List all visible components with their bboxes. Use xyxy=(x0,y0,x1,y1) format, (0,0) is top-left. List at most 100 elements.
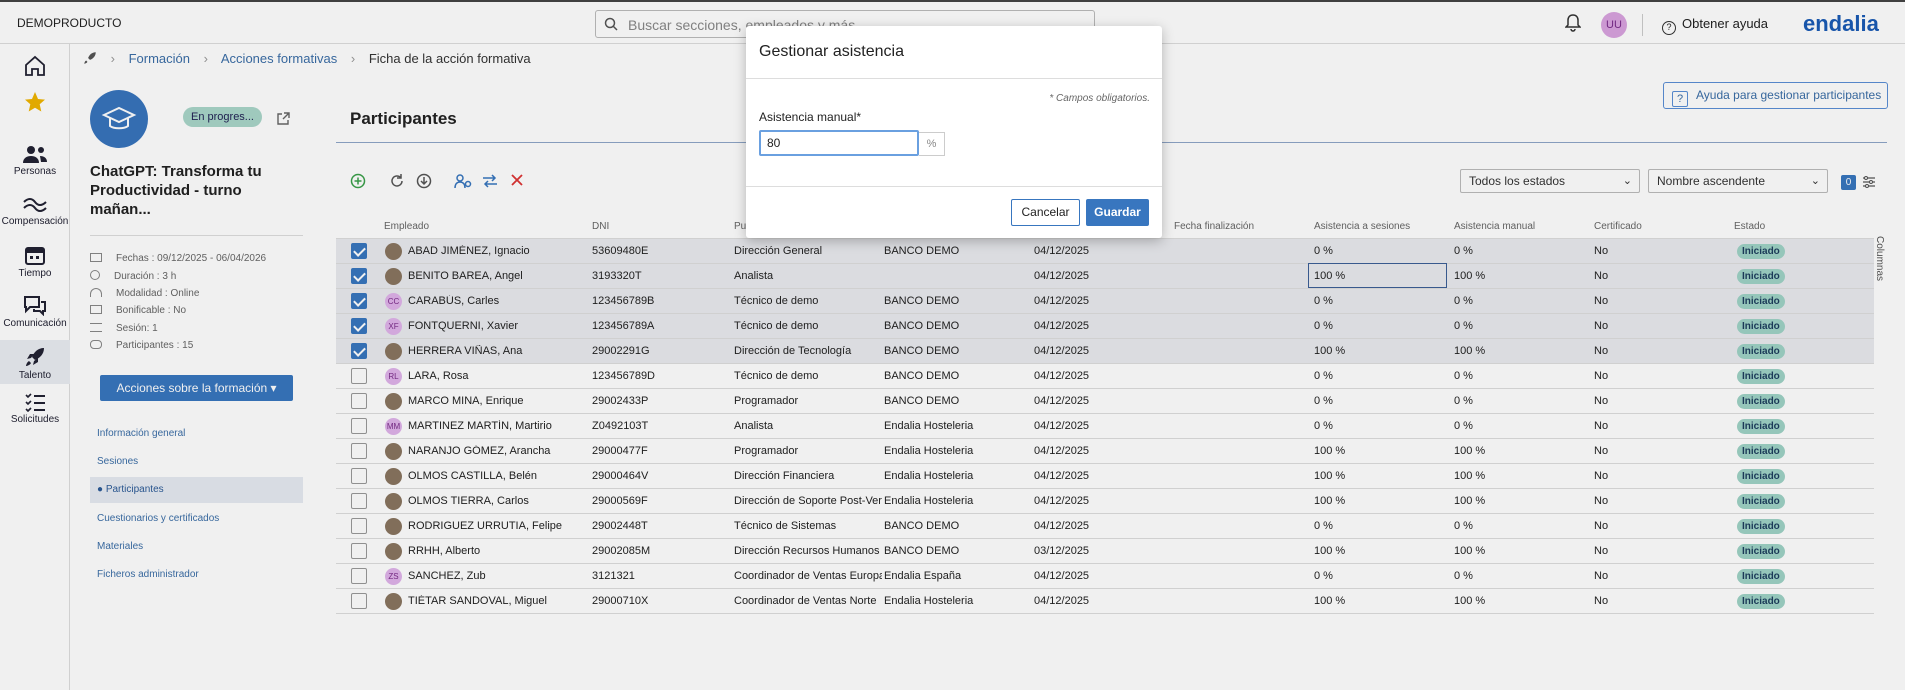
side-link-cuestionarios[interactable]: Cuestionarios y certificados xyxy=(90,506,303,532)
employee-name[interactable]: OLMOS CASTILLA, Belén xyxy=(408,470,588,482)
help-participants-button[interactable]: ? Ayuda para gestionar participantes xyxy=(1663,82,1888,109)
nav-tiempo[interactable]: Tiempo xyxy=(0,244,70,279)
table-row[interactable]: OLMOS TIERRA, Carlos 29000569F Dirección d… xyxy=(336,489,1874,514)
nav-home[interactable] xyxy=(0,54,70,80)
col-empleado[interactable]: Empleado xyxy=(384,221,429,232)
side-link-sesiones[interactable]: Sesiones xyxy=(90,449,303,475)
row-checkbox[interactable] xyxy=(351,243,367,259)
help-link[interactable]: ? Obtener ayuda xyxy=(1662,16,1768,35)
manual-attendance-input[interactable] xyxy=(759,130,919,156)
date-cell: 04/12/2025 xyxy=(1034,270,1090,282)
table-row[interactable]: NARANJO GÓMEZ, Arancha 29000477F Programad… xyxy=(336,439,1874,464)
date-cell: 04/12/2025 xyxy=(1034,470,1090,482)
col-dni[interactable]: DNI xyxy=(592,221,609,232)
table-row[interactable]: RODRIGUEZ URRUTIA, Felipe 29002448T Técnic… xyxy=(336,514,1874,539)
nav-favorites[interactable] xyxy=(0,90,70,116)
delete-icon[interactable] xyxy=(510,173,524,187)
nav-personas[interactable]: Personas xyxy=(0,144,70,177)
row-checkbox[interactable] xyxy=(351,393,367,409)
row-checkbox[interactable] xyxy=(351,593,367,609)
user-avatar[interactable]: UU xyxy=(1601,12,1627,38)
side-link-informacion[interactable]: Información general xyxy=(90,421,303,447)
col-estado[interactable]: Estado xyxy=(1734,221,1765,232)
row-checkbox[interactable] xyxy=(351,518,367,534)
position-cell: Coordinador de Ventas Norte xyxy=(734,595,877,607)
col-certificado[interactable]: Certificado xyxy=(1594,221,1642,232)
position-cell: Programador xyxy=(734,445,799,457)
table-row[interactable]: CC CARABÚS, Carles 123456789B Técnico de de… xyxy=(336,289,1874,314)
employee-name[interactable]: BENITO BAREA, Angel xyxy=(408,270,588,282)
session-attendance-cell: 0 % xyxy=(1314,370,1333,382)
row-checkbox[interactable] xyxy=(351,568,367,584)
columns-side-tab[interactable]: Columnas xyxy=(1871,236,1885,281)
employee-name[interactable]: RRHH, Alberto xyxy=(408,545,588,557)
table-row[interactable]: MARCO MINA, Enrique 29002433P Programador B… xyxy=(336,389,1874,414)
save-button[interactable]: Guardar xyxy=(1086,199,1149,226)
cancel-button[interactable]: Cancelar xyxy=(1011,199,1080,226)
employee-name[interactable]: TIÉTAR SANDOVAL, Miguel xyxy=(408,595,588,607)
position-cell: Dirección de Tecnología xyxy=(734,345,852,357)
table-row[interactable]: OLMOS CASTILLA, Belén 29000464V Dirección … xyxy=(336,464,1874,489)
row-checkbox[interactable] xyxy=(351,343,367,359)
table-row[interactable]: TIÉTAR SANDOVAL, Miguel 29000710X Coordina… xyxy=(336,589,1874,614)
table-row[interactable]: HERRERA VIÑAS, Ana 29002291G Dirección de … xyxy=(336,339,1874,364)
bell-icon[interactable] xyxy=(1565,14,1581,32)
employee-name[interactable]: OLMOS TIERRA, Carlos xyxy=(408,495,588,507)
table-row[interactable]: RL LARA, Rosa 123456789D Técnico de demo BAN… xyxy=(336,364,1874,389)
download-icon[interactable] xyxy=(416,173,432,189)
employee-name[interactable]: CARABÚS, Carles xyxy=(408,295,588,307)
nav-comunicacion[interactable]: Comunicación xyxy=(0,294,70,329)
row-checkbox[interactable] xyxy=(351,368,367,384)
col-asistencia-manual[interactable]: Asistencia manual xyxy=(1454,221,1535,232)
nav-talento[interactable]: Talento xyxy=(0,340,70,384)
row-checkbox[interactable] xyxy=(351,493,367,509)
endalia-logo[interactable]: endalia xyxy=(1803,11,1879,37)
avatar xyxy=(385,268,402,285)
row-checkbox[interactable] xyxy=(351,318,367,334)
col-asistencia-sesiones[interactable]: Asistencia a sesiones xyxy=(1314,221,1410,232)
col-puesto[interactable]: Pu xyxy=(734,221,746,232)
help-label: Obtener ayuda xyxy=(1682,16,1769,31)
nav-compensacion[interactable]: Compensación xyxy=(0,194,70,227)
row-checkbox[interactable] xyxy=(351,543,367,559)
employee-name[interactable]: MARCO MINA, Enrique xyxy=(408,395,588,407)
employee-name[interactable]: FONTQUERNI, Xavier xyxy=(408,320,588,332)
user-settings-icon[interactable] xyxy=(454,173,472,189)
employee-name[interactable]: RODRIGUEZ URRUTIA, Felipe xyxy=(408,520,588,532)
breadcrumb-formacion[interactable]: Formación xyxy=(129,51,190,66)
table-row[interactable]: XF FONTQUERNI, Xavier 123456789A Técnico de… xyxy=(336,314,1874,339)
employee-name[interactable]: HERRERA VIÑAS, Ana xyxy=(408,345,588,357)
row-checkbox[interactable] xyxy=(351,418,367,434)
brand-label[interactable]: DEMOPRODUCTO xyxy=(17,16,121,30)
row-checkbox[interactable] xyxy=(351,468,367,484)
row-checkbox[interactable] xyxy=(351,268,367,284)
course-actions-button[interactable]: Acciones sobre la formación ▾ xyxy=(100,375,293,401)
filter-settings-icon[interactable] xyxy=(1862,175,1876,189)
employee-name[interactable]: LARA, Rosa xyxy=(408,370,588,382)
table-row[interactable]: ZS SANCHEZ, Zub 3121321 Coordinador de Vent… xyxy=(336,564,1874,589)
side-link-participantes[interactable]: ● Participantes xyxy=(90,477,303,503)
employee-name[interactable]: ABAD JIMÉNEZ, Ignacio xyxy=(408,245,588,257)
row-checkbox[interactable] xyxy=(351,443,367,459)
employee-name[interactable]: SANCHEZ, Zub xyxy=(408,570,588,582)
breadcrumb-acciones[interactable]: Acciones formativas xyxy=(221,51,337,66)
side-link-ficheros[interactable]: Ficheros administrador xyxy=(90,562,303,588)
avatar: XF xyxy=(385,318,402,335)
col-fecha-fin[interactable]: Fecha finalización xyxy=(1174,221,1254,232)
employee-name[interactable]: MARTINEZ MARTÍN, Martirio xyxy=(408,420,588,432)
table-row[interactable]: MM MARTINEZ MARTÍN, Martirio Z0492103T Anal… xyxy=(336,414,1874,439)
state-filter-select[interactable]: Todos los estados ⌄ xyxy=(1460,169,1640,193)
table-row[interactable]: ABAD JIMÉNEZ, Ignacio 53609480E Dirección … xyxy=(336,239,1874,264)
refresh-icon[interactable] xyxy=(389,173,405,189)
nav-solicitudes[interactable]: Solicitudes xyxy=(0,392,70,425)
add-icon[interactable] xyxy=(350,173,366,189)
focused-cell[interactable] xyxy=(1308,263,1447,288)
sort-select[interactable]: Nombre ascendente ⌄ xyxy=(1648,169,1828,193)
side-link-materiales[interactable]: Materiales xyxy=(90,534,303,560)
row-checkbox[interactable] xyxy=(351,293,367,309)
external-link-icon[interactable] xyxy=(276,112,290,126)
employee-name[interactable]: NARANJO GÓMEZ, Arancha xyxy=(408,445,588,457)
table-row[interactable]: RRHH, Alberto 29002085M Dirección Recursos… xyxy=(336,539,1874,564)
table-row[interactable]: BENITO BAREA, Angel 3193320T Analista 04/12… xyxy=(336,263,1874,289)
swap-icon[interactable] xyxy=(482,173,498,189)
